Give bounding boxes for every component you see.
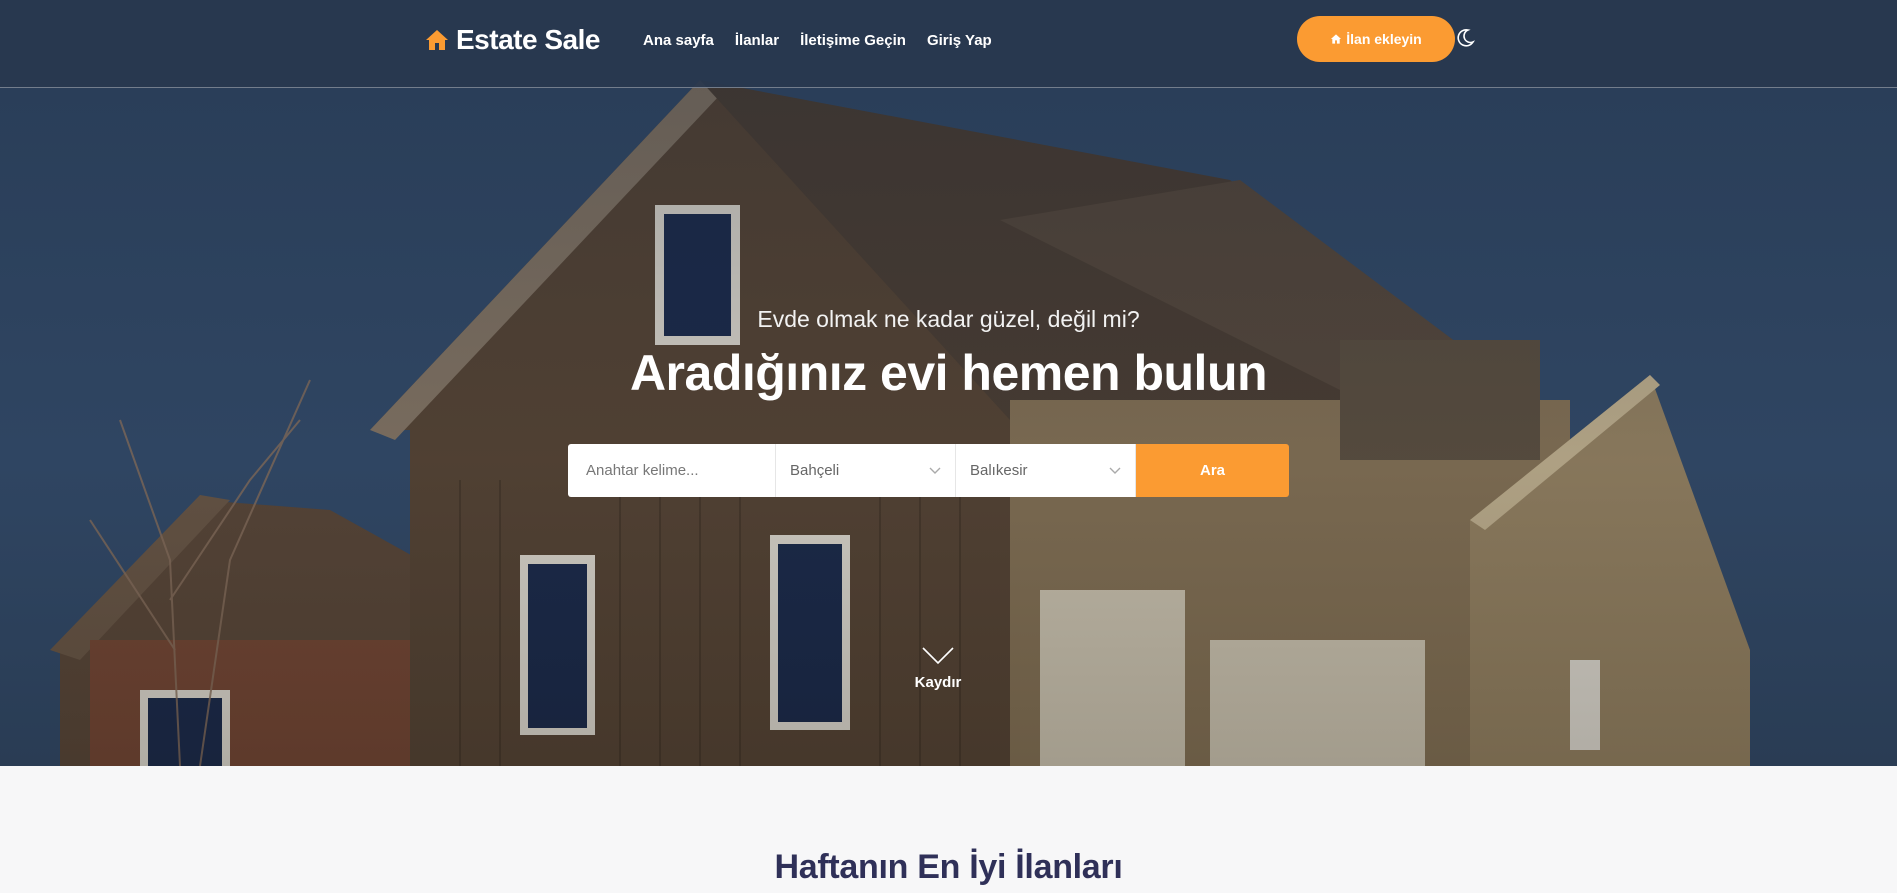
- search-button[interactable]: Ara: [1136, 444, 1289, 497]
- search-bar: Bahçeli Balıkesir Ara: [568, 444, 1289, 497]
- home-icon: [426, 30, 448, 50]
- nav-item-home[interactable]: Ana sayfa: [643, 32, 714, 49]
- nav-item-login[interactable]: Giriş Yap: [927, 32, 992, 49]
- add-listing-button[interactable]: İlan ekleyin: [1297, 16, 1455, 62]
- moon-icon[interactable]: [1454, 27, 1476, 49]
- property-type-select[interactable]: Bahçeli: [776, 444, 956, 497]
- hero-subtitle: Evde olmak ne kadar güzel, değil mi?: [757, 306, 1140, 332]
- nav-item-contact[interactable]: İletişime Geçin: [800, 32, 906, 49]
- logo[interactable]: Estate Sale: [424, 24, 600, 56]
- scroll-down-button[interactable]: Kaydır: [912, 645, 964, 691]
- scroll-label: Kaydır: [914, 674, 962, 691]
- add-listing-label: İlan ekleyin: [1346, 31, 1422, 47]
- chevron-down-icon: [929, 467, 941, 474]
- section-title: Haftanın En İyi İlanları: [774, 848, 1123, 886]
- nav-item-listings[interactable]: İlanlar: [735, 32, 779, 49]
- city-select[interactable]: Balıkesir: [956, 444, 1136, 497]
- city-value: Balıkesir: [970, 462, 1028, 479]
- logo-text: Estate Sale: [456, 24, 600, 55]
- hero-title: Aradığınız evi hemen bulun: [629, 345, 1268, 401]
- chevron-down-icon: [1109, 467, 1121, 474]
- home-icon: [1331, 34, 1342, 44]
- keyword-search-input[interactable]: [568, 444, 776, 497]
- chevron-down-icon: [922, 647, 954, 665]
- main-nav: Ana sayfa İlanlar İletişime Geçin Giriş …: [643, 32, 992, 49]
- property-type-value: Bahçeli: [790, 462, 840, 479]
- site-header: Estate Sale Ana sayfa İlanlar İletişime …: [0, 0, 1897, 88]
